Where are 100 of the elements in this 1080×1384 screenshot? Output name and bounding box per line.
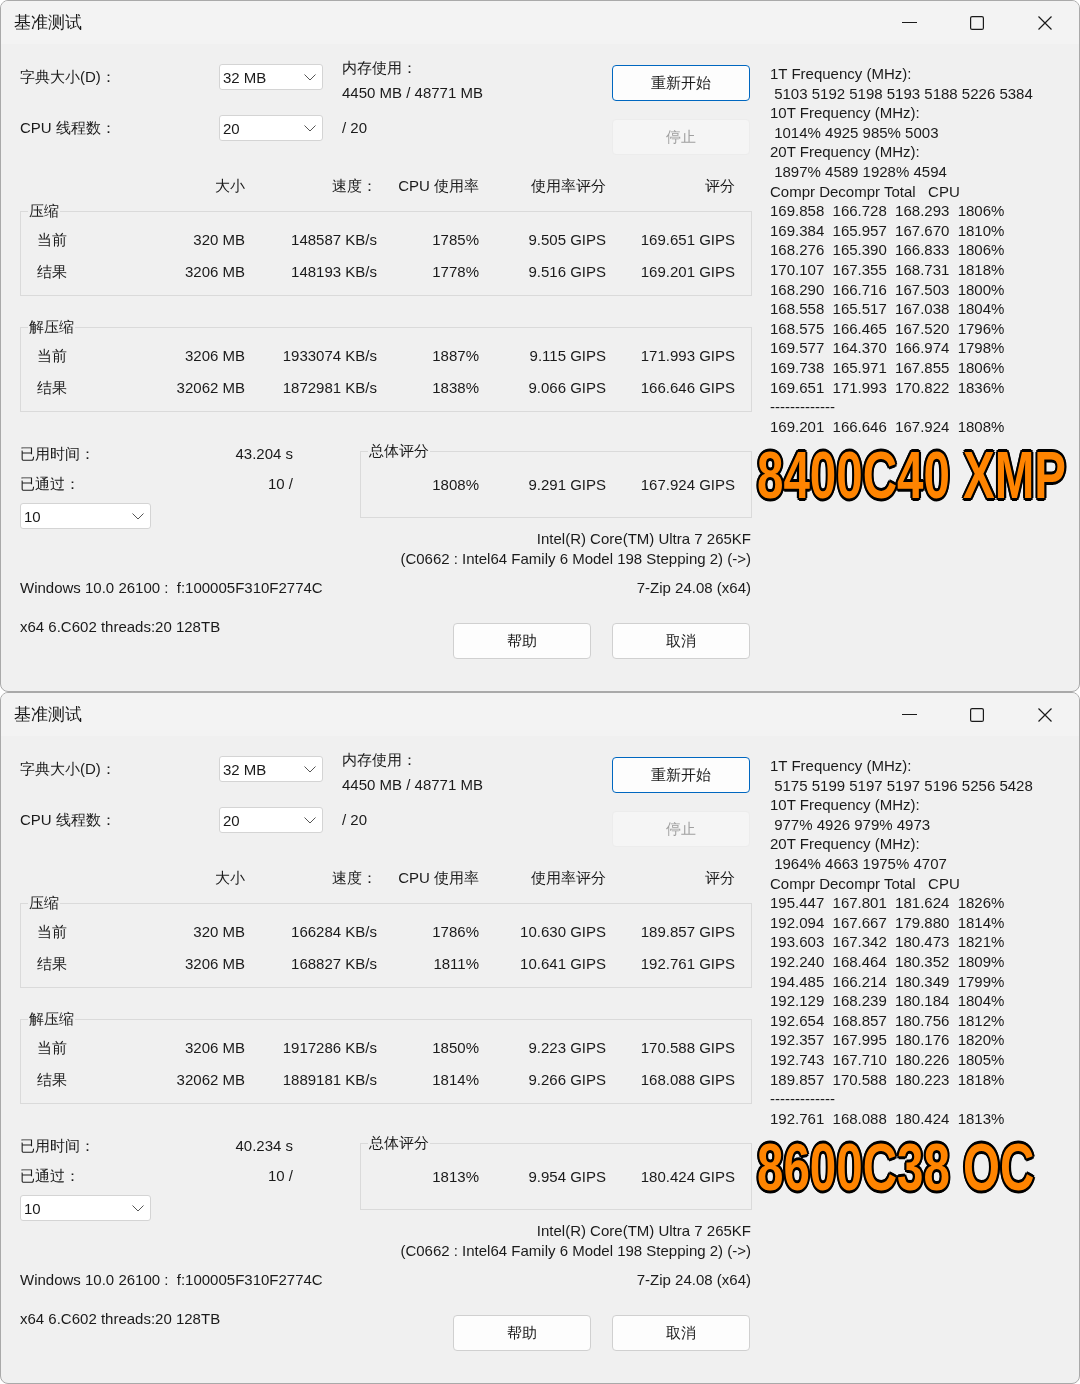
log-line: 10T Frequency (MHz): (770, 103, 920, 123)
log-line: 5103 5192 5198 5193 5188 5226 5384 (773, 83, 1033, 104)
log-line: 192.743 167.710 180.226 1805% (770, 1049, 1005, 1070)
memory-usage-label: 内存使用： (342, 58, 418, 78)
close-icon[interactable] (1038, 15, 1052, 30)
table-cell-text: 171.993 GIPS (639, 346, 735, 366)
table-cell-text: 168827 KB/s (290, 954, 377, 974)
row-label: 结果 (37, 954, 67, 974)
minimize-icon[interactable] (901, 22, 917, 23)
log-line: 192.357 167.995 180.176 1820% (770, 1030, 1005, 1050)
dictionary-size-label: 字典大小(D)： (20, 759, 117, 779)
table-cell-text: 1889181 KB/s (281, 1070, 377, 1090)
table-cell-text: 9.223 GIPS (527, 1038, 606, 1058)
rating-value: 9.291 GIPS (527, 475, 606, 495)
table-cell-text: 1872981 KB/s (281, 378, 377, 398)
row-label: 结果 (37, 262, 67, 282)
table-cell-text: 1917286 KB/s (281, 1038, 377, 1058)
dialog-button[interactable]: 重新开始 (612, 65, 750, 101)
table-cell-text: 3206 MB (183, 1038, 245, 1058)
table-cell-text: 10.630 GIPS (519, 922, 606, 942)
passes-label: 已通过： (20, 474, 80, 494)
dialog-button[interactable]: 帮助 (453, 623, 591, 659)
log-line: Compr Decompr Total CPU (770, 181, 960, 202)
table-cell-text: 10.641 GIPS (519, 954, 606, 974)
passes-label: 已通过： (20, 1166, 80, 1186)
dialog-button[interactable]: 重新开始 (612, 757, 750, 793)
thread-count-select[interactable]: 20 (219, 115, 323, 141)
cpu-info-text: (C0662 : Intel64 Family 6 Model 198 Stepping 2) (->) (400, 1241, 751, 1261)
log-line: 192.129 168.239 180.184 1804% (770, 991, 1005, 1011)
table-cell-text: 9.066 GIPS (527, 378, 606, 398)
cpu-info-text: Intel(R) Core(TM) Ultra 7 265KF (536, 1221, 751, 1241)
log-line: 195.447 167.801 181.624 1826% (770, 893, 1005, 913)
passes-select[interactable]: 10 (20, 503, 151, 529)
log-line: 1897% 4589 1928% 4594 (773, 161, 947, 182)
passes-value: 10 / (267, 1166, 293, 1186)
row-label: 当前 (37, 922, 67, 942)
version-text: 7-Zip 24.08 (x64) (636, 578, 751, 598)
log-line: 1964% 4663 1975% 4707 (773, 853, 947, 874)
overall-rating-title: 总体评分 (368, 1133, 430, 1153)
column-header: CPU 使用率 (397, 868, 479, 888)
chevron-down-icon (304, 816, 316, 824)
dictionary-size-select[interactable]: 32 MB (219, 756, 323, 782)
table-cell-text: 32062 MB (175, 378, 245, 398)
log-line: 192.761 168.088 180.424 1813% (770, 1108, 1005, 1129)
column-header: 评分 (704, 176, 735, 196)
column-header: 速度： (331, 176, 377, 196)
column-header: 大小 (214, 868, 245, 888)
chevron-down-icon (304, 765, 316, 773)
rating-value: 1808% (431, 475, 479, 495)
dictionary-size-select[interactable]: 32 MB (219, 64, 323, 90)
table-cell-text: 3206 MB (183, 954, 245, 974)
row-label: 结果 (37, 1070, 67, 1090)
thread-count-select[interactable]: 20 (219, 807, 323, 833)
thread-total-text: / 20 (342, 118, 369, 138)
column-header: CPU 使用率 (397, 176, 479, 196)
overall-rating-title: 总体评分 (368, 441, 430, 461)
table-cell-text: 1786% (431, 922, 479, 942)
dictionary-size-label: 字典大小(D)： (20, 67, 117, 87)
log-line: 169.738 165.971 167.855 1806% (770, 357, 1005, 378)
group-title: 解压缩 (28, 1009, 75, 1029)
rating-value: 1813% (431, 1167, 479, 1187)
row-label: 当前 (37, 230, 67, 250)
overlay-label: 8600C38 OC (757, 1139, 1035, 1196)
log-line: 10T Frequency (MHz): (770, 795, 920, 815)
column-header: 大小 (214, 176, 245, 196)
arch-info-text: x64 6.C602 threads:20 128TB (20, 617, 221, 637)
row-label: 结果 (37, 378, 67, 398)
passes-select[interactable]: 10 (20, 1195, 151, 1221)
passes-value: 10 / (267, 474, 293, 494)
table-cell-text: 169.201 GIPS (639, 262, 735, 282)
log-line: 168.558 165.517 167.038 1804% (770, 299, 1005, 319)
maximize-icon[interactable] (970, 707, 984, 722)
overlay-label: 8400C40 XMP (757, 447, 1067, 504)
column-header: 使用率评分 (530, 176, 606, 196)
system-info-text: Windows 10.0 26100 : f:100005F310F2774C (20, 1270, 323, 1290)
table-cell-text: 166.646 GIPS (639, 378, 735, 398)
log-line: 193.603 167.342 180.473 1821% (770, 932, 1005, 952)
maximize-icon[interactable] (970, 15, 984, 30)
log-line: ------------- (770, 1089, 835, 1109)
log-line: 192.240 168.464 180.352 1809% (770, 951, 1005, 972)
system-info-text: Windows 10.0 26100 : f:100005F310F2774C (20, 578, 323, 598)
close-icon[interactable] (1038, 707, 1052, 722)
dialog-button[interactable]: 取消 (612, 1315, 750, 1351)
version-text: 7-Zip 24.08 (x64) (636, 1270, 751, 1290)
table-cell-text: 166284 KB/s (290, 922, 377, 942)
log-line: 194.485 166.214 180.349 1799% (770, 971, 1005, 992)
dialog-button[interactable]: 取消 (612, 623, 750, 659)
log-line: 170.107 167.355 168.731 1818% (770, 259, 1005, 280)
table-cell-text: 320 MB (192, 230, 245, 250)
thread-count-label: CPU 线程数： (20, 810, 117, 830)
thread-total-text: / 20 (342, 810, 369, 830)
dialog-button[interactable]: 帮助 (453, 1315, 591, 1351)
log-line: 169.384 165.957 167.670 1810% (770, 220, 1005, 241)
thread-count-label: CPU 线程数： (20, 118, 117, 138)
table-cell-text: 148587 KB/s (290, 230, 377, 250)
table-cell-text: 9.516 GIPS (527, 262, 606, 282)
log-line: Compr Decompr Total CPU (770, 873, 960, 894)
table-cell-text: 9.505 GIPS (527, 230, 606, 250)
memory-usage-label: 内存使用： (342, 750, 418, 770)
minimize-icon[interactable] (901, 714, 917, 715)
